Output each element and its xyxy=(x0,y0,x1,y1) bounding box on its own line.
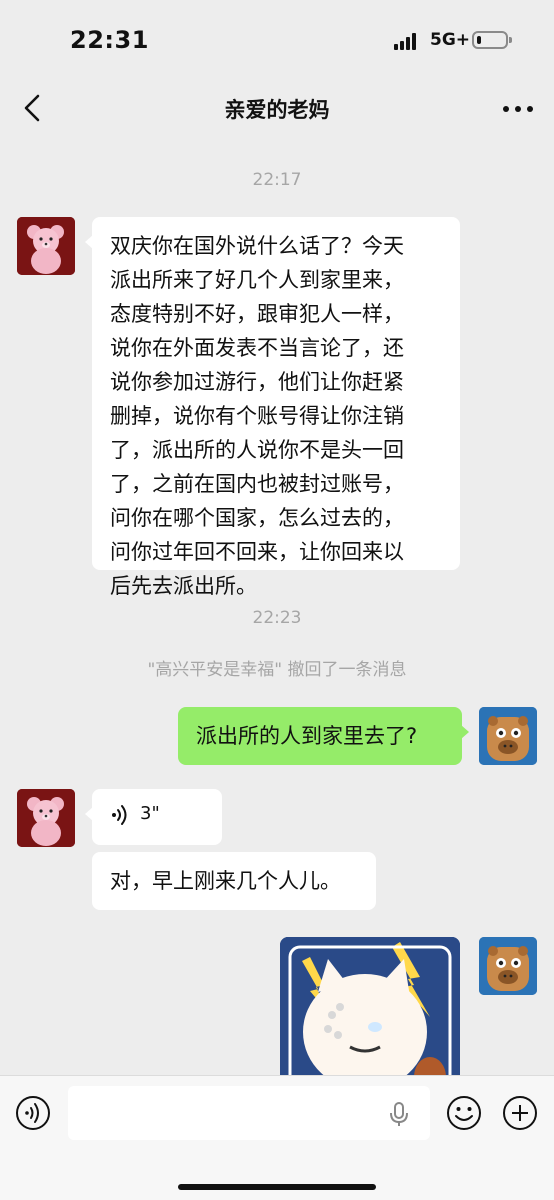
message-text: 对，早上刚来几个人儿。 xyxy=(110,869,341,893)
message-text: 双庆你在国外说什么话了？今天 派出所来了好几个人到家里来， 态度特别不好，跟审犯… xyxy=(110,234,404,598)
more-button[interactable] xyxy=(500,100,536,120)
plus-icon[interactable] xyxy=(502,1095,538,1131)
voice-duration: 3" xyxy=(140,803,160,824)
chat-area[interactable]: 22:17 双庆你在国外说什么话了？今天 派出所来了好几个人到家里来， 态度特别… xyxy=(0,140,554,1075)
avatar-mom[interactable] xyxy=(17,789,75,847)
recall-notice: "高兴平安是幸福" 撤回了一条消息 xyxy=(147,660,407,680)
status-bar: 22:31 5G+ xyxy=(0,0,554,80)
status-time: 22:31 xyxy=(70,26,149,54)
voice-message-bubble[interactable]: 3" xyxy=(85,789,222,845)
more-dots-icon xyxy=(503,106,509,112)
capybara-avatar xyxy=(479,707,537,765)
voice-wave-icon xyxy=(112,805,127,825)
message-bubble-left[interactable]: 对，早上刚来几个人儿。 xyxy=(92,852,376,910)
input-bar xyxy=(0,1075,554,1200)
message-text: 派出所的人到家里去了? xyxy=(196,724,418,748)
avatar-mom[interactable] xyxy=(17,217,75,275)
timestamp: 22:23 xyxy=(252,608,302,628)
teddy-bear-avatar xyxy=(17,789,75,847)
network-type: 5G+ xyxy=(430,30,471,50)
crying-cat-sticker xyxy=(280,937,460,1075)
sticker-message[interactable] xyxy=(280,937,460,1075)
avatar-me[interactable] xyxy=(479,707,537,765)
signal-icon xyxy=(394,32,422,50)
battery-icon xyxy=(472,31,512,49)
voice-input-icon[interactable] xyxy=(15,1095,51,1131)
message-input[interactable] xyxy=(68,1086,430,1140)
home-indicator xyxy=(178,1184,376,1190)
teddy-bear-avatar xyxy=(17,217,75,275)
capybara-avatar xyxy=(479,937,537,995)
message-bubble-left[interactable]: 双庆你在国外说什么话了？今天 派出所来了好几个人到家里来， 态度特别不好，跟审犯… xyxy=(85,217,460,598)
timestamp: 22:17 xyxy=(252,170,302,190)
emoji-icon[interactable] xyxy=(446,1095,482,1131)
chat-title: 亲爱的老妈 xyxy=(224,98,330,122)
message-bubble-right[interactable]: 派出所的人到家里去了? xyxy=(178,707,469,765)
nav-bar: 亲爱的老妈 xyxy=(0,80,554,140)
avatar-me[interactable] xyxy=(479,937,537,995)
microphone-icon[interactable] xyxy=(388,1101,410,1127)
